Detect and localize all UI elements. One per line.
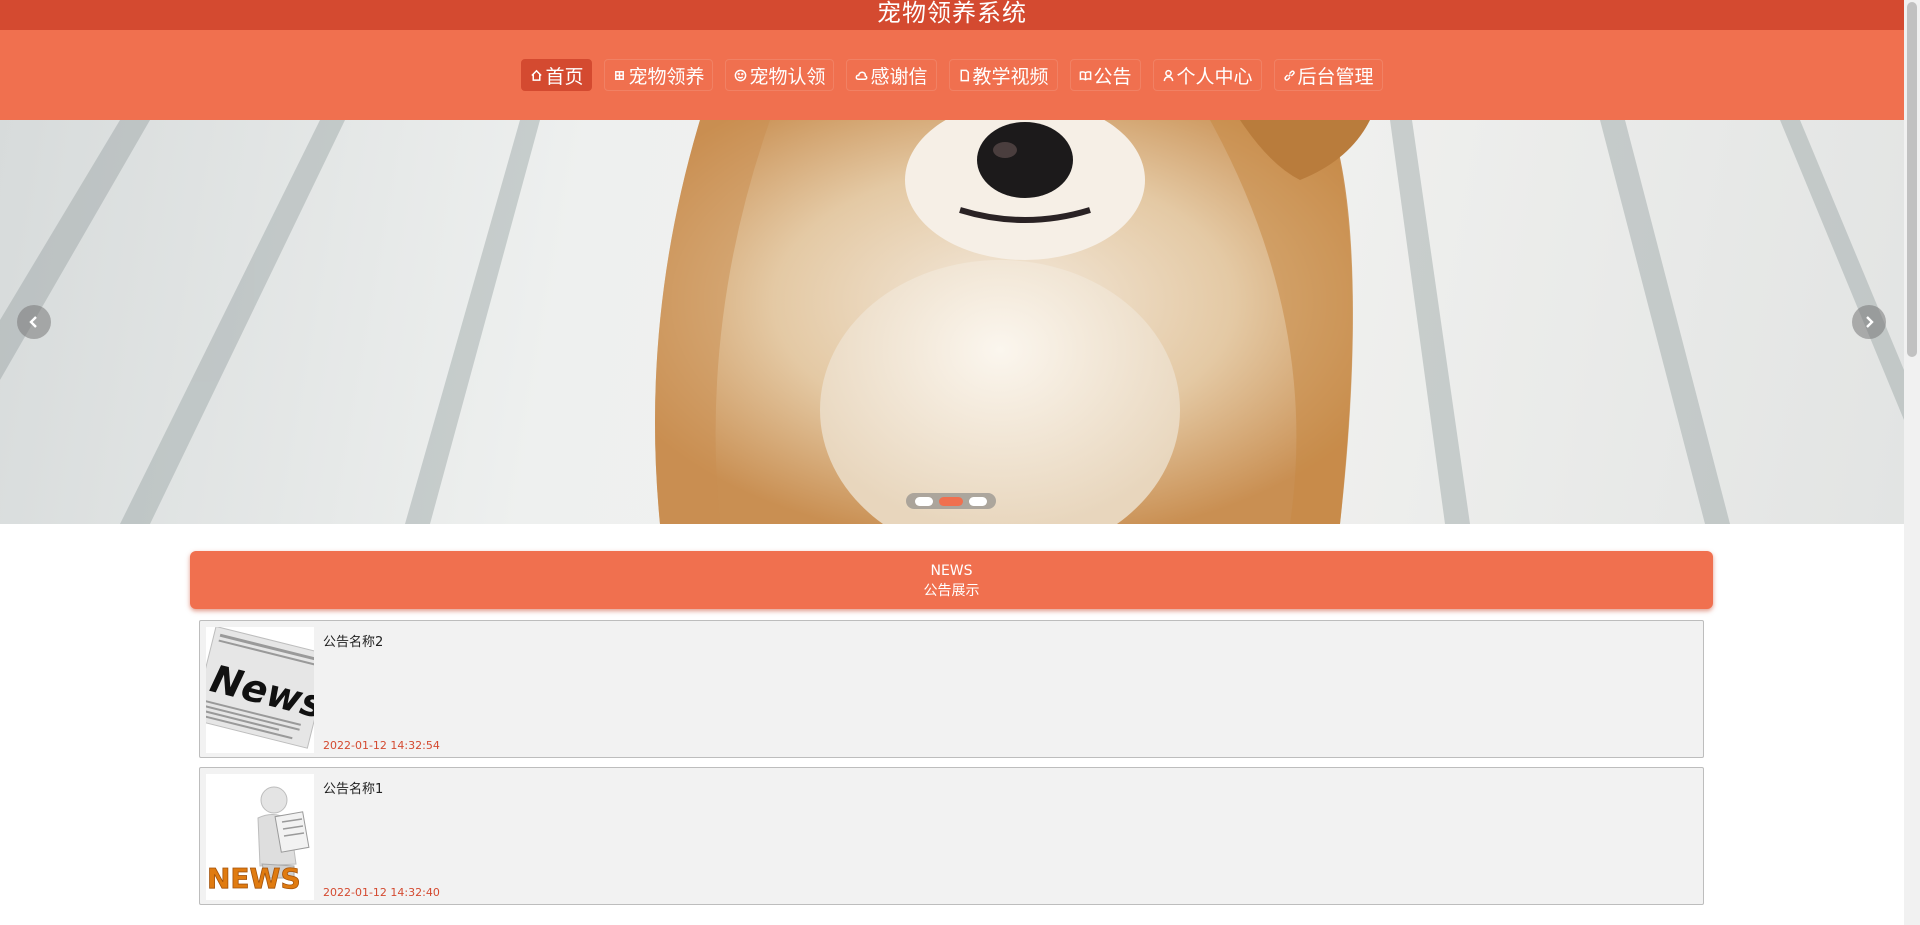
carousel-next-button[interactable] bbox=[1852, 305, 1886, 339]
nav-item-pet-claim[interactable]: 宠物认领 bbox=[725, 59, 835, 91]
news-list-item[interactable]: News 公告名称2 2022-01-12 14:32:54 bbox=[199, 620, 1704, 758]
grid-icon bbox=[615, 70, 625, 80]
chevron-left-icon bbox=[29, 316, 37, 328]
nav-item-thank-you-letter[interactable]: 感谢信 bbox=[846, 59, 937, 91]
banner-carousel bbox=[0, 120, 1904, 524]
nav-item-pet-adoption[interactable]: 宠物领养 bbox=[604, 59, 714, 91]
chevron-right-icon bbox=[1866, 316, 1874, 328]
carousel-dot-3[interactable] bbox=[969, 496, 987, 506]
news-section-header: NEWS 公告展示 bbox=[190, 551, 1713, 609]
home-icon bbox=[531, 69, 543, 81]
document-icon bbox=[960, 69, 969, 81]
nav-label: 公告 bbox=[1093, 65, 1132, 88]
news-heading-en: NEWS bbox=[930, 563, 973, 579]
news-date: 2022-01-12 14:32:40 bbox=[323, 886, 440, 899]
carousel-indicators bbox=[906, 493, 996, 509]
site-title-bar: 宠物领养系统 bbox=[0, 0, 1904, 30]
nav-label: 个人中心 bbox=[1176, 65, 1253, 88]
news-reader-figure-image: NEWS bbox=[206, 774, 314, 900]
nav-label: 感谢信 bbox=[870, 65, 928, 88]
news-heading-cn: 公告展示 bbox=[923, 583, 980, 599]
nav-label: 宠物认领 bbox=[749, 65, 826, 88]
book-icon bbox=[1079, 70, 1091, 81]
cloud-icon bbox=[856, 71, 868, 80]
carousel-dot-2[interactable] bbox=[939, 496, 963, 506]
smile-icon bbox=[735, 69, 747, 81]
scrollbar-thumb[interactable] bbox=[1907, 2, 1917, 357]
page-scrollbar[interactable] bbox=[1904, 0, 1920, 925]
news-list-item[interactable]: NEWS 公告名称1 2022-01-12 14:32:40 bbox=[199, 767, 1704, 905]
carousel-dot-1[interactable] bbox=[915, 496, 933, 506]
nav-label: 首页 bbox=[545, 65, 584, 88]
news-thumbnail: News bbox=[206, 627, 314, 753]
site-title: 宠物领养系统 bbox=[877, 0, 1027, 27]
nav-item-tutorial-video[interactable]: 教学视频 bbox=[948, 59, 1058, 91]
news-title: 公告名称1 bbox=[323, 782, 384, 797]
news-thumbnail: NEWS bbox=[206, 774, 314, 900]
news-title: 公告名称2 bbox=[323, 635, 384, 650]
nav-label: 宠物领养 bbox=[628, 65, 705, 88]
puppy-photo bbox=[0, 120, 1904, 524]
nav-item-announcement[interactable]: 公告 bbox=[1069, 59, 1141, 91]
page: 宠物领养系统 首页 宠物领养 宠物认领 感谢信 教学视频 公告 个人中心 后台管… bbox=[0, 0, 1920, 925]
nav-item-home[interactable]: 首页 bbox=[521, 59, 593, 91]
user-icon bbox=[1163, 69, 1173, 81]
news-newspaper-image: News bbox=[206, 627, 314, 753]
svg-text:NEWS: NEWS bbox=[207, 862, 301, 895]
link-icon bbox=[1283, 69, 1295, 81]
nav-item-personal-center[interactable]: 个人中心 bbox=[1152, 59, 1262, 91]
news-date: 2022-01-12 14:32:54 bbox=[323, 739, 440, 752]
carousel-prev-button[interactable] bbox=[17, 305, 51, 339]
nav-label: 教学视频 bbox=[972, 65, 1049, 88]
nav-label: 后台管理 bbox=[1297, 65, 1374, 88]
main-nav: 首页 宠物领养 宠物认领 感谢信 教学视频 公告 个人中心 后台管理 bbox=[0, 30, 1904, 120]
nav-item-admin[interactable]: 后台管理 bbox=[1273, 59, 1383, 91]
